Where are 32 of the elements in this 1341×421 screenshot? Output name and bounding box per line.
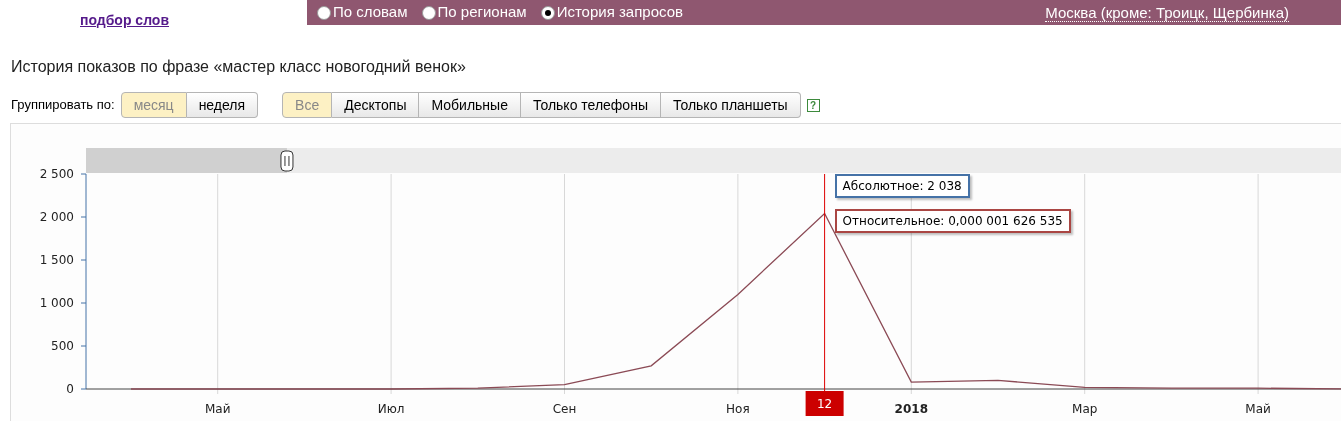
y-tick-label: 1 500 bbox=[39, 253, 74, 267]
x-tick-label: Июл bbox=[377, 402, 405, 416]
y-tick-label: 500 bbox=[51, 339, 74, 353]
mode-radio[interactable]: По словам bbox=[317, 1, 408, 24]
filter-button[interactable]: Все bbox=[282, 92, 333, 118]
x-tick-label: Май bbox=[204, 402, 231, 416]
y-tick-label: 1 000 bbox=[39, 296, 74, 310]
filter-button[interactable]: Только телефоны bbox=[520, 92, 661, 118]
filter-button[interactable]: Десктопы bbox=[332, 92, 420, 118]
mode-radio[interactable]: История запросов bbox=[540, 1, 683, 24]
mode-radio[interactable]: По регионам bbox=[421, 1, 527, 24]
word-selection-link[interactable]: подбор слов bbox=[80, 10, 169, 28]
x-tick-label: Ноя bbox=[726, 402, 750, 416]
tooltip: Абсолютное: 2 038 bbox=[834, 174, 970, 198]
x-tick-label: Мар bbox=[1072, 402, 1098, 416]
filter-button[interactable]: Только планшеты bbox=[660, 92, 801, 118]
region-link[interactable]: Москва (кроме: Троицк, Щербинка) bbox=[1045, 3, 1289, 22]
x-tick-label: 2018 bbox=[894, 402, 928, 416]
y-tick-label: 2 000 bbox=[39, 210, 74, 224]
y-tick-label: 0 bbox=[66, 382, 74, 396]
filter-button[interactable]: месяц bbox=[120, 92, 187, 118]
y-tick-label: 2 500 bbox=[39, 167, 74, 181]
filter-button[interactable]: Мобильные bbox=[419, 92, 521, 118]
page-heading: История показов по фразе «мастер класс новогодний венок» bbox=[11, 57, 467, 77]
navigator-handle[interactable] bbox=[280, 150, 294, 172]
crosshair-date-label: 12 bbox=[805, 391, 844, 416]
filter-button[interactable]: неделя bbox=[186, 92, 259, 118]
help-button[interactable]: ? bbox=[806, 98, 820, 112]
group-by-label: Группировать по: bbox=[11, 96, 115, 115]
x-tick-label: Май bbox=[1245, 402, 1271, 416]
x-tick-label: Сен bbox=[552, 402, 577, 416]
tooltip: Относительное: 0,000 001 626 535 bbox=[834, 208, 1071, 233]
